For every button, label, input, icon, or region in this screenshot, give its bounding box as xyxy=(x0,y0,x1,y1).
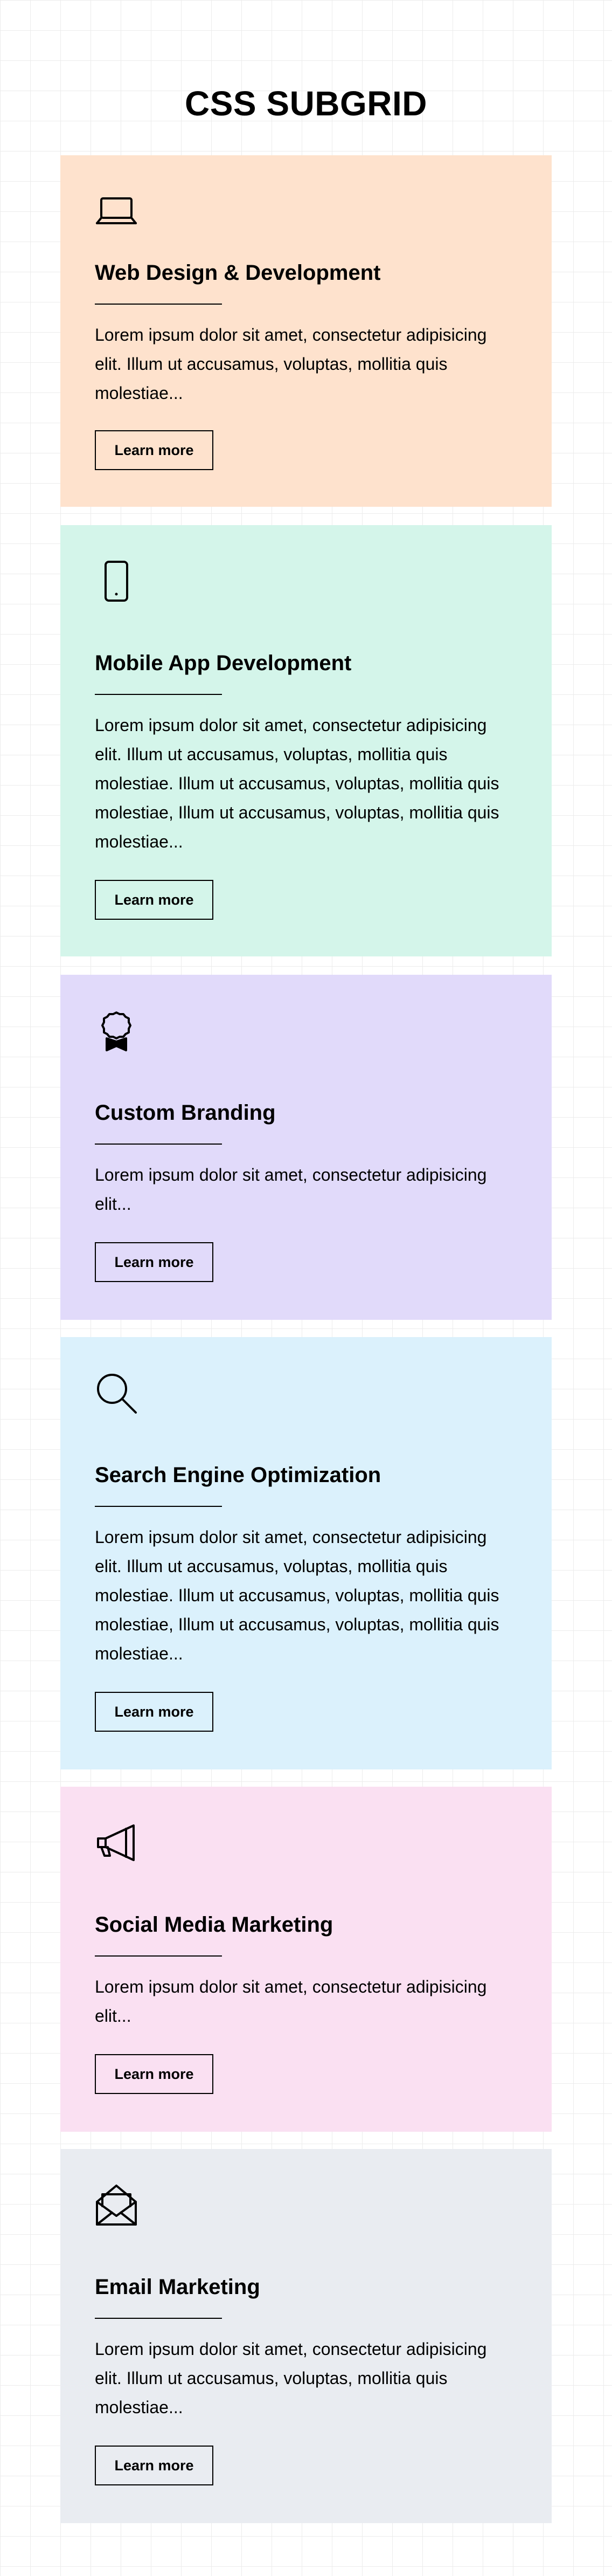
learn-more-button[interactable]: Learn more xyxy=(95,1692,213,1732)
laptop-icon xyxy=(95,190,138,233)
card-description: Lorem ipsum dolor sit amet, consectetur … xyxy=(95,325,487,403)
learn-more-button[interactable]: Learn more xyxy=(95,2054,213,2094)
card-description: Lorem ipsum dolor sit amet, consectetur … xyxy=(95,715,499,851)
card-title: Search Engine Optimization xyxy=(95,1463,381,1487)
learn-more-button[interactable]: Learn more xyxy=(95,1242,213,1282)
learn-more-button[interactable]: Learn more xyxy=(95,2446,213,2485)
award-badge-icon xyxy=(95,1009,138,1052)
card-description: Lorem ipsum dolor sit amet, consectetur … xyxy=(95,1165,487,1214)
envelope-icon xyxy=(95,2184,138,2227)
card-description: Lorem ipsum dolor sit amet, consectetur … xyxy=(95,1527,499,1663)
title-divider xyxy=(95,694,222,695)
smartphone-icon xyxy=(95,560,138,603)
service-card-custom-branding: Custom Branding Lorem ipsum dolor sit am… xyxy=(60,975,552,1320)
page-title: CSS SUBGRID xyxy=(185,84,427,123)
title-divider xyxy=(95,1144,222,1145)
card-title: Email Marketing xyxy=(95,2275,260,2299)
learn-more-button[interactable]: Learn more xyxy=(95,880,213,920)
service-card-social-media: Social Media Marketing Lorem ipsum dolor… xyxy=(60,1787,552,2132)
card-description: Lorem ipsum dolor sit amet, consectetur … xyxy=(95,1977,487,2026)
card-title: Web Design & Development xyxy=(95,261,381,285)
learn-more-button[interactable]: Learn more xyxy=(95,430,213,470)
megaphone-icon xyxy=(95,1821,138,1864)
service-card-email-marketing: Email Marketing Lorem ipsum dolor sit am… xyxy=(60,2149,552,2523)
card-title: Custom Branding xyxy=(95,1101,276,1125)
title-divider xyxy=(95,2318,222,2319)
title-divider xyxy=(95,304,222,305)
card-title: Mobile App Development xyxy=(95,651,352,675)
service-card-mobile-app: Mobile App Development Lorem ipsum dolor… xyxy=(60,525,552,956)
magnifier-icon xyxy=(95,1372,138,1415)
title-divider xyxy=(95,1506,222,1507)
service-card-seo: Search Engine Optimization Lorem ipsum d… xyxy=(60,1337,552,1769)
card-description: Lorem ipsum dolor sit amet, consectetur … xyxy=(95,2339,487,2417)
card-title: Social Media Marketing xyxy=(95,1913,333,1937)
service-card-web-design: Web Design & Development Lorem ipsum dol… xyxy=(60,155,552,507)
title-divider xyxy=(95,1955,222,1957)
